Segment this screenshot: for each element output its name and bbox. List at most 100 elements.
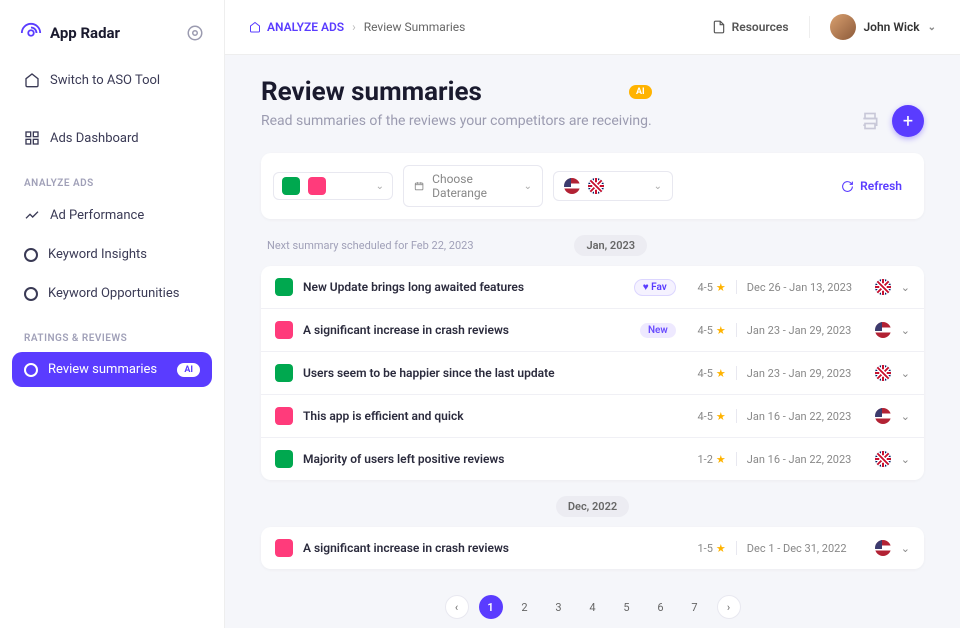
- summary-row[interactable]: Majority of users left positive reviews1…: [261, 438, 924, 480]
- star-icon: ★: [716, 367, 726, 380]
- summary-title: A significant increase in crash reviews: [303, 541, 626, 555]
- breadcrumb: ANALYZE ADS › Review Summaries: [249, 20, 465, 34]
- breadcrumb-root[interactable]: ANALYZE ADS: [249, 20, 344, 34]
- chevron-down-icon[interactable]: ⌄: [901, 367, 910, 380]
- brand-logo-icon: [20, 22, 42, 44]
- date-range: Dec 26 - Jan 13, 2023: [747, 281, 865, 294]
- summary-list-jan: New Update brings long awaited features ♥…: [261, 266, 924, 480]
- date-range: Jan 16 - Jan 22, 2023: [747, 410, 865, 423]
- divider: [736, 541, 737, 555]
- resources-label: Resources: [732, 20, 789, 34]
- refresh-label: Refresh: [860, 179, 902, 193]
- pagination-page[interactable]: 2: [513, 595, 537, 619]
- pagination-page[interactable]: 6: [649, 595, 673, 619]
- chevron-down-icon[interactable]: ⌄: [901, 324, 910, 337]
- summary-row[interactable]: This app is efficient and quick4-5 ★Jan …: [261, 395, 924, 438]
- flag-icon: [875, 322, 891, 338]
- app-icon: [275, 364, 293, 382]
- summary-list-dec: A significant increase in crash reviews 1…: [261, 527, 924, 569]
- nav-keyword-opportunities[interactable]: Keyword Opportunities: [12, 276, 212, 311]
- chevron-down-icon[interactable]: ⌄: [901, 542, 910, 555]
- pagination-page[interactable]: 7: [683, 595, 707, 619]
- page-title-text: Review summaries: [261, 77, 482, 107]
- chevron-down-icon: ⌄: [928, 22, 936, 33]
- divider: [736, 366, 737, 380]
- app-icon: [275, 278, 293, 296]
- daterange-selector[interactable]: Choose Daterange ⌄: [403, 165, 543, 207]
- nav-label: Review summaries: [48, 362, 157, 377]
- brand-header: App Radar: [12, 18, 212, 62]
- summary-row[interactable]: New Update brings long awaited features ♥…: [261, 266, 924, 309]
- chevron-down-icon[interactable]: ⌄: [901, 410, 910, 423]
- chevron-down-icon: ⌄: [376, 181, 384, 192]
- nav-section-reviews: RATINGS & REVIEWS: [12, 315, 212, 352]
- resources-link[interactable]: Resources: [712, 20, 789, 34]
- nav-ads-dashboard[interactable]: Ads Dashboard: [12, 120, 212, 156]
- pagination-page[interactable]: 1: [479, 595, 503, 619]
- app-icon-green: [282, 177, 300, 195]
- chevron-down-icon[interactable]: ⌄: [901, 281, 910, 294]
- date-range: Jan 23 - Jan 29, 2023: [747, 324, 865, 337]
- app-icon: [275, 450, 293, 468]
- schedule-note: Next summary scheduled for Feb 22, 2023: [267, 239, 474, 252]
- nav-ad-performance[interactable]: Ad Performance: [12, 197, 212, 233]
- nav-keyword-insights[interactable]: Keyword Insights: [12, 237, 212, 272]
- rating: 4-5 ★: [686, 324, 726, 337]
- app-icon: [275, 321, 293, 339]
- refresh-button[interactable]: Refresh: [831, 173, 912, 199]
- pagination-next[interactable]: ›: [717, 595, 741, 619]
- date-range: Jan 16 - Jan 22, 2023: [747, 453, 865, 466]
- filter-bar: ⌄ Choose Daterange ⌄ ⌄ Refresh: [261, 153, 924, 219]
- summary-row[interactable]: A significant increase in crash reviewsN…: [261, 309, 924, 352]
- circle-icon: [24, 363, 38, 377]
- nav-switch-tool[interactable]: Switch to ASO Tool: [12, 62, 212, 98]
- dashboard-icon: [24, 130, 40, 146]
- flag-icon: [875, 365, 891, 381]
- date-range: Dec 1 - Dec 31, 2022: [747, 542, 865, 555]
- home-icon: [249, 21, 261, 33]
- breadcrumb-root-label: ANALYZE ADS: [267, 20, 344, 34]
- summary-row[interactable]: Users seem to be happier since the last …: [261, 352, 924, 395]
- summary-title: A significant increase in crash reviews: [303, 323, 630, 337]
- page-title: Review summaries AI: [261, 77, 652, 107]
- ai-badge: AI: [177, 363, 200, 377]
- flag-uk-icon: [588, 178, 604, 194]
- month-label: Jan, 2023: [574, 235, 647, 256]
- nav-label: Switch to ASO Tool: [50, 73, 160, 88]
- app-icon-pink: [308, 177, 326, 195]
- date-range: Jan 23 - Jan 29, 2023: [747, 367, 865, 380]
- chevron-down-icon[interactable]: ⌄: [901, 453, 910, 466]
- nav-label: Ad Performance: [50, 208, 144, 223]
- summary-row[interactable]: A significant increase in crash reviews 1…: [261, 527, 924, 569]
- app-icon: [275, 407, 293, 425]
- topbar: ANALYZE ADS › Review Summaries Resources…: [225, 0, 960, 55]
- pagination-page[interactable]: 4: [581, 595, 605, 619]
- locale-selector[interactable]: ⌄: [553, 171, 673, 201]
- chevron-right-icon: ›: [352, 20, 356, 34]
- user-name: John Wick: [864, 20, 920, 34]
- settings-icon[interactable]: [186, 24, 204, 42]
- rating: 1-5 ★: [686, 542, 726, 555]
- ai-badge: AI: [629, 85, 652, 99]
- summary-title: New Update brings long awaited features: [303, 280, 624, 294]
- print-icon[interactable]: [860, 111, 880, 131]
- main-area: ANALYZE ADS › Review Summaries Resources…: [225, 0, 960, 628]
- star-icon: ★: [716, 281, 726, 294]
- document-icon: [712, 20, 726, 34]
- app-selector[interactable]: ⌄: [273, 172, 393, 200]
- rating: 1-2 ★: [686, 453, 726, 466]
- nav-label: Keyword Opportunities: [48, 286, 179, 301]
- divider: [809, 16, 810, 38]
- performance-icon: [24, 207, 40, 223]
- add-button[interactable]: +: [892, 105, 924, 137]
- flag-icon: [875, 408, 891, 424]
- breadcrumb-current: Review Summaries: [364, 20, 466, 34]
- user-menu[interactable]: John Wick ⌄: [830, 14, 937, 40]
- fav-badge: ♥ Fav: [634, 279, 676, 296]
- chevron-down-icon: ⌄: [654, 181, 662, 192]
- nav-review-summaries[interactable]: Review summaries AI: [12, 352, 212, 387]
- avatar: [830, 14, 856, 40]
- pagination-prev[interactable]: ‹: [445, 595, 469, 619]
- pagination-page[interactable]: 3: [547, 595, 571, 619]
- pagination-page[interactable]: 5: [615, 595, 639, 619]
